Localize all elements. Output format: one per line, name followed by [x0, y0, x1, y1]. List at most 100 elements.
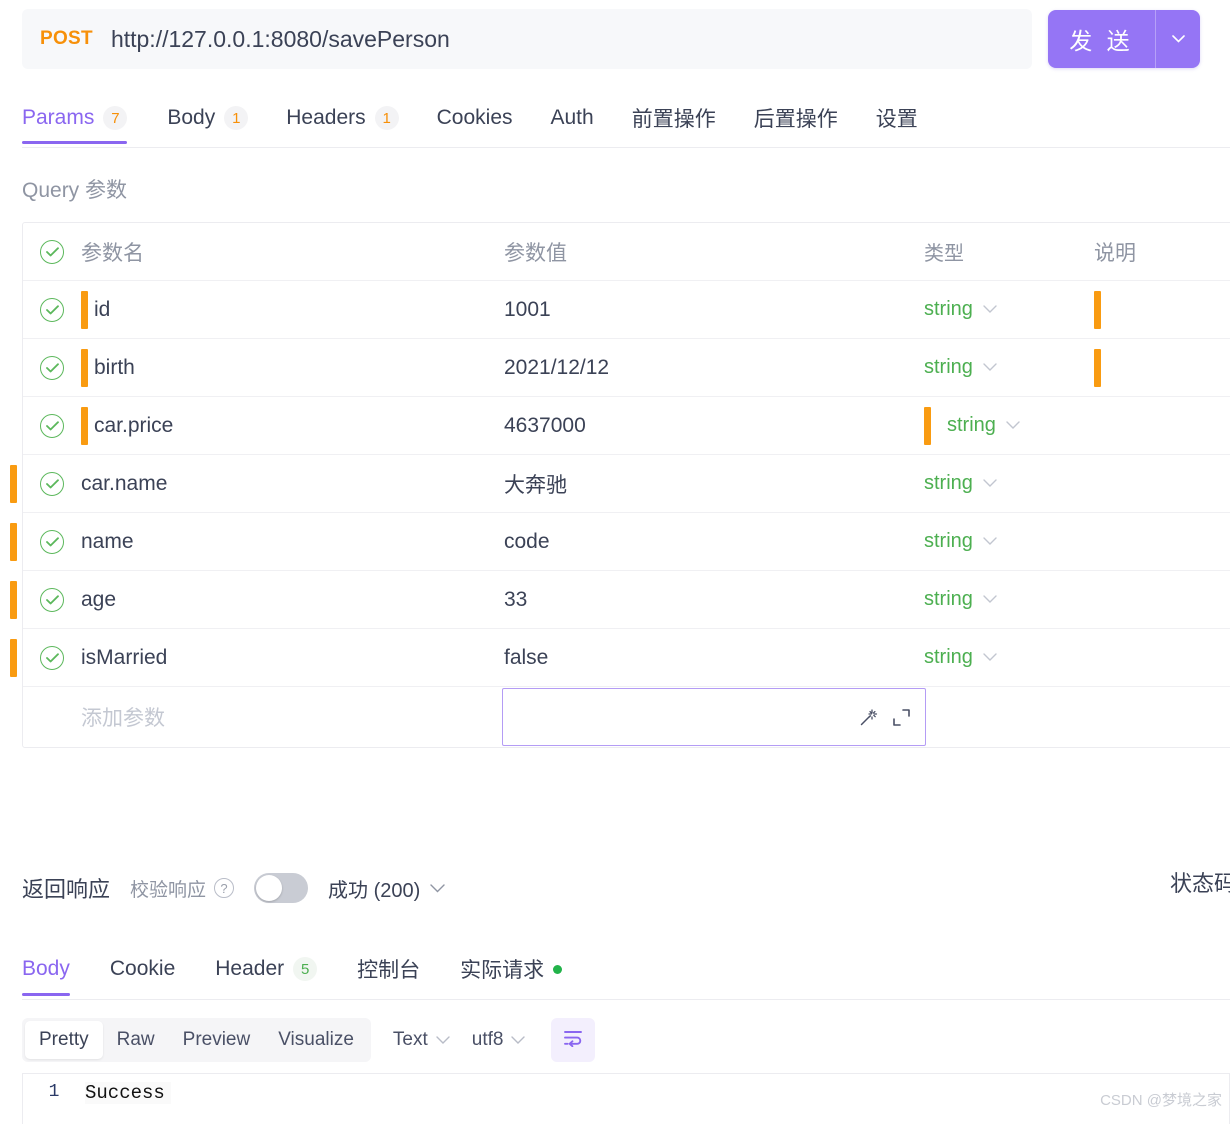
cell-param-value[interactable]: 33 [504, 588, 924, 612]
cell-param-value[interactable]: code [504, 530, 924, 554]
cell-param-value[interactable]: false [504, 646, 924, 670]
watermark: CSDN @梦境之家 [1100, 1092, 1222, 1109]
tab-badge: 5 [293, 957, 318, 981]
tab-label: Headers [286, 106, 366, 129]
cell-param-name[interactable]: birth [81, 348, 504, 387]
format-pretty-button[interactable]: Pretty [25, 1021, 103, 1059]
chevron-down-icon[interactable] [511, 1032, 526, 1049]
add-param-name-input[interactable]: 添加参数 [81, 702, 504, 732]
charset-select[interactable]: utf8 [472, 1029, 526, 1051]
charset-value: utf8 [471, 1029, 504, 1050]
status-code-label: 状态码 [1170, 871, 1230, 896]
question-mark-icon[interactable]: ? [214, 878, 235, 898]
word-wrap-toggle-button[interactable] [551, 1018, 596, 1062]
row-checkbox[interactable] [23, 355, 81, 380]
cell-param-desc[interactable] [1094, 348, 1230, 387]
http-method-label[interactable]: POST [40, 28, 93, 50]
chevron-down-icon[interactable] [983, 591, 997, 608]
verify-response-label: 校验响应 ? [130, 875, 235, 902]
magic-wand-icon[interactable] [859, 708, 878, 727]
check-circle-icon[interactable] [40, 355, 64, 380]
cell-param-type[interactable]: string [924, 530, 1094, 553]
tab-body[interactable]: Body 1 [153, 92, 272, 144]
chevron-down-icon[interactable] [983, 359, 997, 376]
cell-param-value[interactable]: 大奔驰 [504, 469, 924, 499]
verify-response-toggle[interactable] [254, 873, 309, 903]
tab-label: Cookie [109, 957, 176, 980]
response-body-viewer[interactable]: 1 Success [22, 1073, 1230, 1124]
select-all-cell[interactable] [23, 239, 81, 264]
tab-pre-operation[interactable]: 前置操作 [618, 92, 740, 144]
cell-param-value[interactable]: 2021/12/12 [504, 356, 924, 380]
row-checkbox[interactable] [23, 645, 81, 670]
send-button[interactable]: 发 送 [1048, 10, 1156, 68]
check-circle-icon[interactable] [40, 297, 64, 322]
check-circle-icon[interactable] [40, 239, 64, 264]
tab-headers[interactable]: Headers 1 [272, 92, 422, 144]
format-preview-button[interactable]: Preview [169, 1021, 265, 1059]
row-checkbox[interactable] [23, 297, 81, 322]
chevron-down-icon[interactable] [983, 533, 997, 550]
tab-settings[interactable]: 设置 [862, 92, 942, 144]
response-body-content[interactable]: Success [85, 1074, 1229, 1124]
tab-label: 设置 [875, 108, 918, 131]
cell-param-name[interactable]: age [81, 588, 504, 612]
tab-label: Params [22, 106, 95, 129]
response-tab-cookie[interactable]: Cookie [96, 942, 201, 996]
tab-label: Auth [550, 106, 594, 129]
table-row: isMarried false string [10, 629, 1230, 687]
tab-cookies[interactable]: Cookies [423, 92, 537, 144]
url-input[interactable]: POST http://127.0.0.1:8080/savePerson [22, 9, 1032, 69]
send-options-chevron-down-icon[interactable] [1156, 10, 1200, 68]
table-row: name code string [10, 513, 1230, 571]
response-tab-body[interactable]: Body [22, 942, 96, 996]
response-tab-actual-request[interactable]: 实际请求 [446, 942, 588, 996]
response-status-select[interactable]: 成功 (200) [328, 874, 445, 903]
content-type-select[interactable]: Text [393, 1029, 450, 1051]
chevron-down-icon[interactable] [430, 880, 445, 897]
cell-param-type[interactable]: string [924, 646, 1094, 669]
chevron-down-icon[interactable] [983, 649, 997, 666]
response-tab-console[interactable]: 控制台 [343, 942, 446, 996]
cell-param-type[interactable]: string [924, 588, 1094, 611]
row-checkbox[interactable] [23, 413, 81, 438]
format-raw-button[interactable]: Raw [103, 1021, 169, 1059]
cell-param-name[interactable]: isMarried [81, 646, 504, 670]
cell-param-name[interactable]: car.price [81, 406, 504, 445]
cell-param-desc[interactable] [1094, 290, 1230, 329]
format-visualize-button[interactable]: Visualize [264, 1021, 368, 1059]
cell-param-type[interactable]: string [924, 298, 1094, 321]
cell-param-value[interactable]: 4637000 [504, 414, 924, 438]
cell-param-value[interactable]: 1001 [504, 298, 924, 322]
check-circle-icon[interactable] [40, 645, 64, 670]
expand-icon[interactable] [892, 708, 911, 727]
row-checkbox[interactable] [23, 587, 81, 612]
cell-param-type[interactable]: string [924, 472, 1094, 495]
check-circle-icon[interactable] [40, 413, 64, 438]
header-cell-desc: 说明 [1094, 241, 1136, 265]
tab-badge: 1 [374, 106, 399, 130]
row-checkbox[interactable] [23, 529, 81, 554]
row-checkbox[interactable] [23, 471, 81, 496]
chevron-down-icon[interactable] [1006, 417, 1020, 434]
tab-post-operation[interactable]: 后置操作 [740, 92, 862, 144]
chevron-down-icon[interactable] [983, 301, 997, 318]
tab-label: Cookies [436, 106, 513, 129]
check-circle-icon[interactable] [40, 529, 64, 554]
response-tab-header[interactable]: Header 5 [201, 942, 343, 996]
add-param-value-input[interactable] [502, 688, 926, 746]
table-header-row: 参数名 参数值 类型 说明 [23, 223, 1230, 281]
chevron-down-icon[interactable] [983, 475, 997, 492]
url-text[interactable]: http://127.0.0.1:8080/savePerson [111, 26, 450, 53]
check-circle-icon[interactable] [40, 587, 64, 612]
chevron-down-icon[interactable] [436, 1032, 450, 1049]
cell-param-type[interactable]: string [924, 406, 1094, 445]
tab-auth[interactable]: Auth [537, 92, 618, 144]
cell-param-name[interactable]: name [81, 530, 504, 554]
cell-param-name[interactable]: car.name [81, 472, 504, 496]
cell-param-type[interactable]: string [924, 356, 1094, 379]
cell-param-name[interactable]: id [81, 290, 504, 329]
tab-params[interactable]: Params 7 [22, 92, 153, 144]
tab-badge: 1 [224, 106, 249, 130]
check-circle-icon[interactable] [40, 471, 64, 496]
